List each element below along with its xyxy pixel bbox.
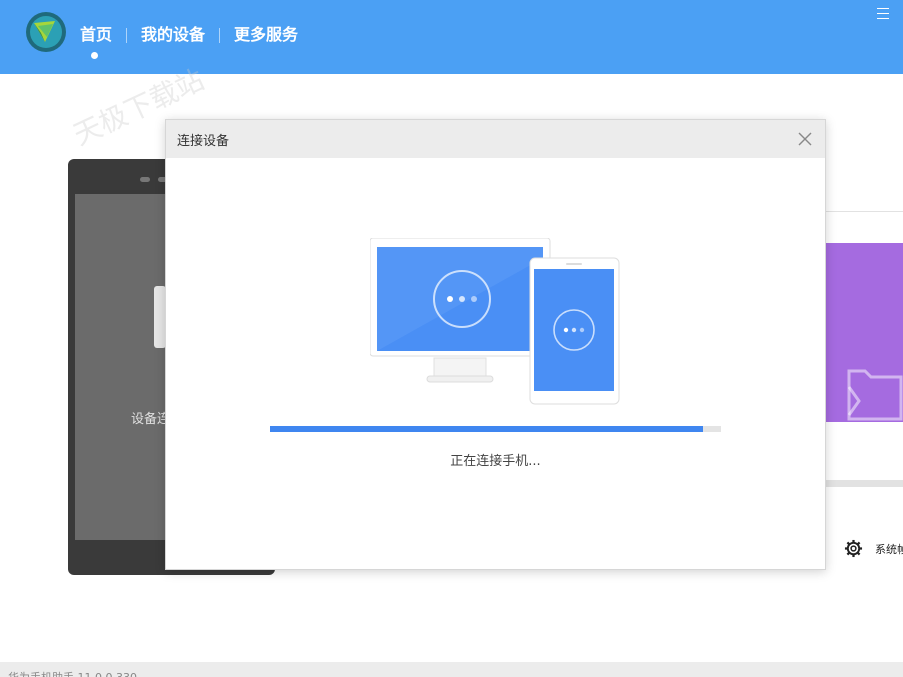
version-text: 华为手机助手 11.0.0.330: [8, 669, 137, 677]
connecting-status-text: 正在连接手机...: [450, 454, 541, 469]
divider-bar: [825, 480, 903, 487]
close-icon[interactable]: [797, 131, 813, 147]
nav-divider: [219, 27, 221, 43]
system-item-label: 系统帧: [875, 542, 903, 556]
top-header: 首页 我的设备 更多服务: [0, 0, 903, 74]
divider: [825, 211, 903, 212]
gear-icon: [844, 539, 863, 558]
progress-fill: [270, 426, 703, 432]
connect-device-dialog: 连接设备 正在连接手机...: [165, 119, 826, 570]
nav-my-devices[interactable]: 我的设备: [141, 24, 205, 46]
dialog-title: 连接设备: [177, 134, 230, 149]
pc-phone-connecting-illustration: [370, 238, 620, 405]
nav-more-services-label: 更多服务: [234, 25, 299, 44]
nav-my-devices-label: 我的设备: [141, 25, 206, 44]
phone-speaker: [140, 177, 150, 182]
dialog-header: 连接设备: [166, 120, 825, 158]
nav-home[interactable]: 首页: [80, 24, 113, 59]
phone-icon: [529, 257, 620, 405]
status-bar: 华为手机助手 11.0.0.330: [0, 662, 903, 677]
nav-more-services[interactable]: 更多服务: [234, 24, 298, 46]
service-card[interactable]: [825, 243, 903, 422]
connection-progress-bar: [270, 426, 721, 432]
folder-icon: [847, 369, 903, 421]
system-item[interactable]: 系统帧: [844, 539, 903, 558]
nav-home-label: 首页: [80, 25, 113, 44]
monitor-icon: [370, 238, 551, 383]
hamburger-menu-icon[interactable]: [877, 8, 891, 19]
nav-divider: [126, 27, 128, 43]
active-indicator: [91, 52, 98, 59]
main-nav: 首页 我的设备 更多服务: [80, 24, 298, 59]
app-logo-icon: [26, 12, 66, 52]
